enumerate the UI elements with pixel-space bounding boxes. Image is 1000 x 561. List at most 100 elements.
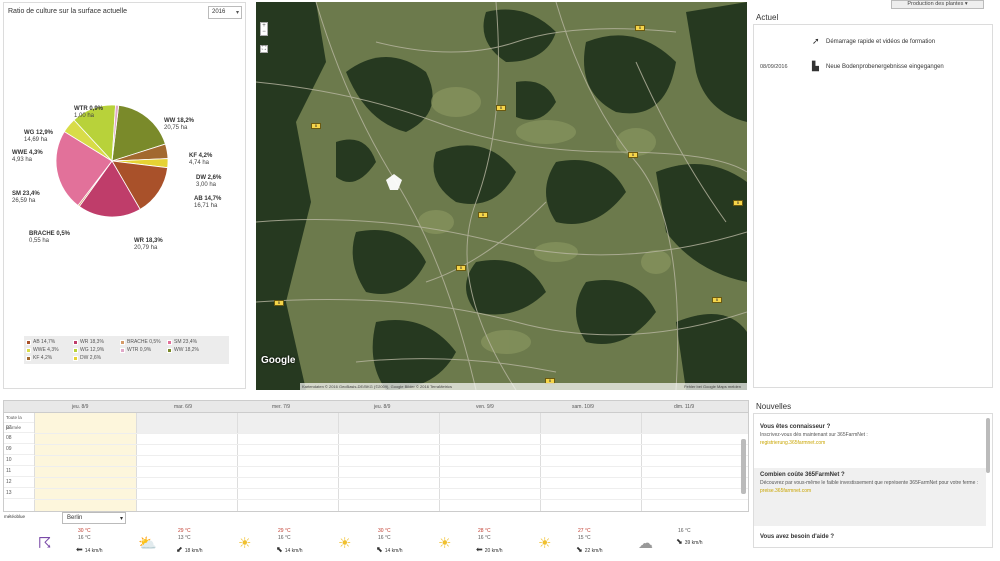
- legend-item[interactable]: WR 18,3%: [73, 338, 120, 346]
- grid-line: [34, 499, 748, 500]
- tractor-icon: ▙: [812, 61, 819, 71]
- legend-item[interactable]: AB 14,7%: [26, 338, 73, 346]
- news-item-text: Découvrez par vous-même le faible invest…: [760, 480, 979, 486]
- calendar-day[interactable]: mar. 6/9: [174, 404, 192, 410]
- news-item: Vous avez besoin d'aide ?: [754, 530, 986, 547]
- legend-label: WG 12,9%: [80, 347, 105, 353]
- calendar-hour: 13: [4, 488, 34, 499]
- cloud-icon: ☁: [638, 535, 653, 552]
- temp-min: 16 °C: [378, 535, 391, 541]
- temp-min: 16 °C: [78, 535, 91, 541]
- report-map-error-link[interactable]: Fehler bei Google Maps melden: [684, 383, 741, 390]
- legend-label: WW 18,2%: [174, 347, 200, 353]
- chevron-down-icon: ▾: [119, 516, 123, 522]
- legend-item[interactable]: DW 2,6%: [73, 354, 120, 362]
- actuel-item[interactable]: 08/09/2016 ▙ Neue Bodenprobenergebnisse …: [760, 61, 944, 72]
- grid-line: [34, 488, 748, 489]
- legend-item[interactable]: WWE 4,3%: [26, 346, 73, 354]
- temp-min: 13 °C: [178, 535, 191, 541]
- pie-label-sm: SM 23,4% 26,59 ha: [12, 191, 40, 205]
- year-value: 2016: [212, 9, 226, 15]
- road-sign: B: [712, 297, 722, 303]
- wind: ⬉ 14 km/h: [276, 545, 303, 554]
- wind-speed: 14 km/h: [84, 548, 103, 554]
- city-select[interactable]: Berlin ▾: [62, 512, 126, 524]
- news-panel: Vous êtes connaisseur ? Inscrivez-vous d…: [753, 413, 993, 548]
- legend-label: SM 23,4%: [174, 339, 198, 345]
- wind-speed: 18 km/h: [184, 548, 203, 554]
- legend-swatch: [120, 339, 125, 345]
- legend-swatch: [120, 347, 125, 353]
- news-item-title: Vous avez besoin d'aide ?: [760, 534, 835, 540]
- wind-speed: 22 km/h: [584, 548, 603, 554]
- legend-item[interactable]: WG 12,9%: [73, 346, 120, 354]
- satellite-map[interactable]: B B B B B B B B B B + − ⛶ Google Kartend…: [256, 2, 747, 390]
- actuel-title: Actuel: [756, 13, 779, 22]
- rocket-icon: ➚: [812, 36, 820, 46]
- calendar-scrollbar[interactable]: [741, 439, 746, 494]
- wind-speed: 14 km/h: [384, 548, 403, 554]
- wind-direction-icon: ⬅: [476, 545, 483, 554]
- wind-direction-icon: ⬊: [676, 537, 683, 546]
- chart-legend: AB 14,7% WR 18,3% BRACHE 0,5% SM 23,4% WWE 4…: [24, 336, 229, 364]
- calendar-hour: 11: [4, 466, 34, 477]
- pie-chart: WW 18,2% 20,75 ha KF 4,2% 4,74 ha DW 2,6% 3,0…: [4, 93, 247, 273]
- news-scrollbar[interactable]: [986, 418, 990, 473]
- legend-swatch: [167, 339, 172, 345]
- legend-swatch: [73, 339, 78, 345]
- legend-item[interactable]: WTR 0,9%: [120, 346, 167, 354]
- map-attribution: Kartendaten © 2016 GeoBasis-DE/BKG (©200…: [300, 383, 747, 390]
- calendar-day[interactable]: sam. 10/9: [572, 404, 594, 410]
- legend-swatch: [167, 347, 172, 353]
- pie-label-percent: WG 12,9%: [24, 130, 54, 136]
- wind: ⬊ 39 km/h: [676, 537, 703, 546]
- wind: ⬉ 14 km/h: [376, 545, 403, 554]
- pie-label-area: 4,74 ha: [189, 160, 210, 166]
- news-item-title: Combien coûte 365FarmNet ?: [760, 472, 845, 478]
- calendar-day[interactable]: dim. 11/9: [674, 404, 694, 410]
- legend-item[interactable]: BRACHE 0,5%: [120, 338, 167, 346]
- temp-min: 16 °C: [278, 535, 291, 541]
- grid-line: [34, 444, 748, 445]
- sun-icon: ☀: [238, 535, 252, 552]
- pie-label-area: 20,75 ha: [164, 125, 188, 131]
- weather-day: ☀ 28 °C 16 °C ⬅ 20 km/h: [430, 524, 528, 560]
- calendar-hour: Toute la journée: [4, 413, 34, 430]
- calendar-day[interactable]: mer. 7/9: [272, 404, 290, 410]
- pie-label-wg: WG 12,9% 14,69 ha: [24, 130, 53, 144]
- calendar-day[interactable]: ven. 9/9: [476, 404, 494, 410]
- temp-min: 16 °C: [478, 535, 491, 541]
- calendar-day[interactable]: jeu. 8/9: [72, 404, 88, 410]
- actuel-item[interactable]: ➚ Démarrage rapide et vidéos de formatio…: [760, 36, 935, 47]
- grid-line: [34, 433, 748, 434]
- wind-direction-icon: ⬊: [576, 545, 583, 554]
- road-sign: B: [456, 265, 466, 271]
- weather-day: ☁ 16 °C ⬊ 39 km/h: [630, 524, 728, 560]
- fullscreen-icon[interactable]: ⛶: [260, 45, 268, 53]
- legend-item[interactable]: WW 18,2%: [167, 346, 214, 354]
- wind-speed: 39 km/h: [684, 540, 703, 546]
- news-item-link[interactable]: registrierung.365farmnet.com: [760, 440, 980, 446]
- year-select[interactable]: 2016 ▾: [208, 6, 242, 19]
- pie-label-percent: WR 18,3%: [134, 238, 163, 244]
- calendar-today-column[interactable]: [35, 413, 136, 511]
- legend-item[interactable]: SM 23,4%: [167, 338, 214, 346]
- road-sign: B: [628, 152, 638, 158]
- grid-line: [34, 477, 748, 478]
- wind: ⬋ 18 km/h: [176, 545, 203, 554]
- grid-line: [34, 455, 748, 456]
- legend-swatch: [26, 339, 31, 345]
- legend-item[interactable]: KF 4,2%: [26, 354, 73, 362]
- calendar-hours: Toute la journée 07 08 09 10 11 12 13: [4, 413, 34, 499]
- pie-label-wtr: WTR 0,9% 1,00 ha: [74, 106, 103, 120]
- calendar-day[interactable]: jeu. 8/9: [374, 404, 390, 410]
- legend-label: WR 18,3%: [80, 339, 104, 345]
- temp-max: 29 °C: [178, 528, 191, 534]
- plant-production-button[interactable]: Production des plantes ▾: [891, 0, 984, 9]
- legend-swatch: [26, 347, 31, 353]
- news-item-title: Vous êtes connaisseur ?: [760, 424, 831, 430]
- calendar-allday-row[interactable]: [136, 413, 748, 433]
- news-item-link[interactable]: preise.365farmnet.com: [760, 488, 980, 494]
- crop-ratio-panel: Ratio de culture sur la surface actuelle…: [3, 2, 246, 389]
- zoom-in-button[interactable]: + −: [260, 22, 268, 36]
